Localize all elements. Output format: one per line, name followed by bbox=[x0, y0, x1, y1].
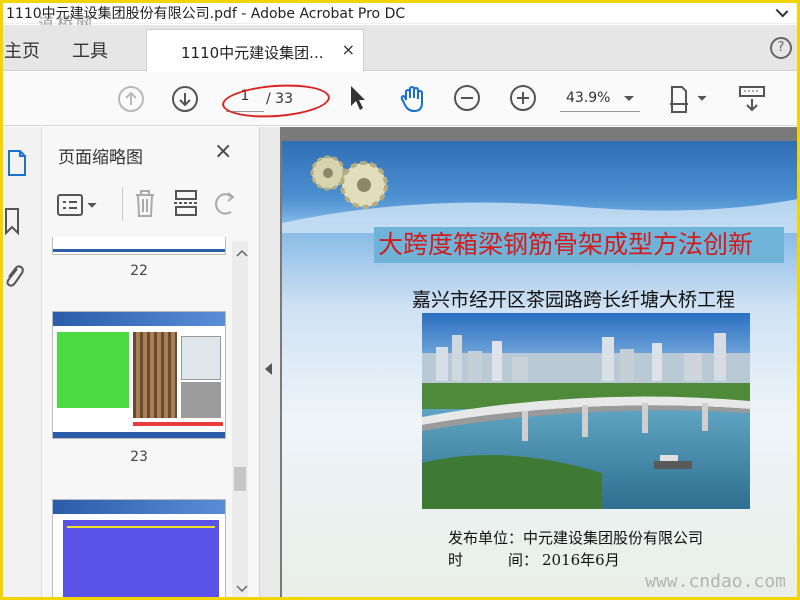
plus-icon bbox=[510, 85, 536, 111]
scroll-mode-icon bbox=[739, 86, 765, 112]
thumbnail-list: 22 23 bbox=[42, 237, 242, 600]
left-rail bbox=[0, 127, 42, 600]
bridge-photo bbox=[422, 313, 750, 509]
title-bar: 1110中元建设集团股份有限公司.pdf - Adobe Acrobat Pro… bbox=[0, 0, 800, 33]
thumbnail-page-24[interactable] bbox=[52, 499, 226, 600]
toolbar-divider bbox=[122, 187, 123, 221]
select-tool-button[interactable] bbox=[348, 84, 368, 116]
date-value: 2016年6月 bbox=[542, 551, 620, 569]
thumbnail-page-number: 22 bbox=[130, 263, 148, 279]
hand-icon bbox=[400, 85, 423, 113]
close-tab-icon[interactable]: × bbox=[342, 40, 355, 59]
trash-icon[interactable] bbox=[132, 187, 158, 219]
slide-headline: 大跨度箱梁钢筋骨架成型方法创新 bbox=[374, 227, 784, 263]
panel-toolbar bbox=[52, 185, 252, 225]
page-thumbnails-icon[interactable] bbox=[6, 149, 28, 177]
minus-icon bbox=[454, 85, 480, 111]
thumbnails-panel: 页面缩略图 × 22 23 bbox=[42, 127, 260, 600]
cursor-arrow-icon bbox=[351, 86, 365, 110]
document-view[interactable]: 大跨度箱梁钢筋骨架成型方法创新 嘉兴市经开区茶园路跨长纤塘大桥工程 发布单位：中… bbox=[280, 127, 800, 600]
footer-watermark: www.cndao.com bbox=[645, 571, 786, 592]
zoom-level-select[interactable]: 43.9% bbox=[560, 86, 640, 112]
panel-collapse-gutter[interactable] bbox=[260, 127, 280, 600]
thumbnail-options-icon[interactable] bbox=[56, 191, 102, 221]
thumbnail-page-22[interactable] bbox=[52, 237, 226, 255]
slide-subtitle: 嘉兴市经开区茶园路跨长纤塘大桥工程 bbox=[412, 289, 736, 311]
zoom-in-button[interactable] bbox=[510, 85, 536, 111]
panel-scrollbar[interactable] bbox=[232, 241, 248, 599]
thumbnail-page-number: 23 bbox=[130, 449, 148, 465]
page-extract-icon[interactable] bbox=[172, 187, 200, 219]
tab-home[interactable]: 主页 bbox=[4, 37, 40, 63]
fit-page-icon bbox=[670, 86, 707, 113]
arrow-down-icon bbox=[172, 86, 198, 112]
date-line: 时 间： 2016年6月 bbox=[448, 549, 620, 570]
scroll-mode-button[interactable] bbox=[738, 84, 766, 118]
scroll-up-icon[interactable] bbox=[236, 249, 248, 257]
thumbnail-page-23[interactable] bbox=[52, 311, 226, 439]
collapse-arrow-icon bbox=[265, 363, 272, 375]
publisher-line: 发布单位：中元建设集团股份有限公司 bbox=[448, 529, 704, 547]
next-page-button[interactable] bbox=[172, 86, 198, 112]
tab-document-label: 1110中元建设集团... bbox=[181, 44, 324, 62]
panel-title: 页面缩略图 bbox=[58, 148, 143, 168]
tab-document[interactable]: 1110中元建设集团... × bbox=[146, 29, 364, 72]
zoom-level-value: 43.9% bbox=[566, 90, 611, 106]
zoom-out-button[interactable] bbox=[454, 85, 480, 111]
date-label: 时 间： bbox=[448, 551, 539, 569]
bookmark-icon[interactable] bbox=[2, 207, 22, 235]
arrow-up-icon bbox=[118, 86, 144, 112]
chevron-down-icon bbox=[624, 96, 634, 101]
tab-tools[interactable]: 工具 bbox=[72, 37, 108, 63]
hand-tool-button[interactable] bbox=[398, 84, 428, 118]
fit-page-button[interactable] bbox=[668, 84, 708, 120]
tab-bar: 主页 工具 1110中元建设集团... × ? bbox=[0, 25, 800, 72]
attachment-icon[interactable] bbox=[2, 261, 24, 289]
close-panel-icon[interactable]: × bbox=[214, 139, 232, 164]
chevron-up-icon[interactable] bbox=[775, 4, 789, 18]
panel-scrollbar-thumb[interactable] bbox=[234, 467, 246, 491]
pdf-page: 大跨度箱梁钢筋骨架成型方法创新 嘉兴市经开区茶园路跨长纤塘大桥工程 发布单位：中… bbox=[282, 141, 798, 600]
scroll-down-icon[interactable] bbox=[236, 585, 248, 593]
previous-page-button[interactable] bbox=[118, 86, 144, 112]
help-icon[interactable]: ? bbox=[770, 37, 792, 59]
toolbar: 1 / 33 43.9% bbox=[0, 72, 800, 126]
rotate-icon[interactable] bbox=[212, 189, 240, 219]
